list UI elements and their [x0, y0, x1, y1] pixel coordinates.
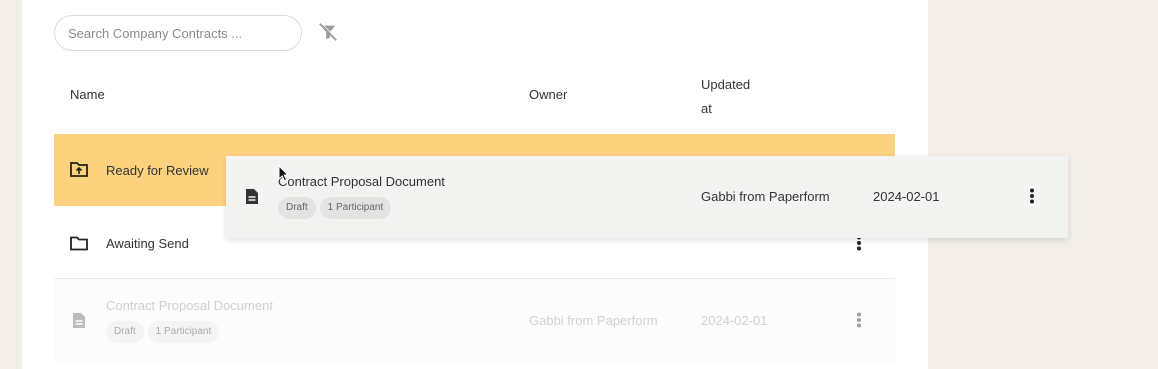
- folder-label: Ready for Review: [106, 163, 209, 178]
- drag-preview-document-row[interactable]: Contract Proposal Document Draft 1 Partic…: [226, 156, 1068, 238]
- document-tags: Draft 1 Participant: [278, 197, 395, 219]
- column-header-owner[interactable]: Owner: [529, 87, 567, 102]
- document-row[interactable]: Contract Proposal Document Draft 1 Partic…: [54, 280, 895, 362]
- document-updated: 2024-02-01: [873, 189, 940, 204]
- document-icon: [246, 189, 258, 204]
- status-badge: Draft: [278, 197, 316, 219]
- document-owner: Gabbi from Paperform: [701, 189, 830, 204]
- status-badge: Draft: [106, 321, 144, 343]
- folder-icon: [70, 236, 88, 251]
- filter-off-icon: [319, 22, 338, 41]
- more-vertical-icon: [857, 312, 861, 328]
- more-vertical-icon: [1030, 188, 1034, 204]
- column-header-updated[interactable]: Updated at: [701, 73, 761, 121]
- participants-badge: 1 Participant: [319, 197, 392, 219]
- folder-label: Awaiting Send: [106, 236, 189, 251]
- document-owner: Gabbi from Paperform: [529, 313, 658, 328]
- document-updated: 2024-02-01: [701, 313, 768, 328]
- document-name: Contract Proposal Document: [278, 174, 445, 189]
- row-menu-button[interactable]: [849, 306, 869, 334]
- clear-filter-button[interactable]: [315, 19, 341, 45]
- column-header-name[interactable]: Name: [70, 87, 105, 102]
- document-icon: [73, 313, 85, 328]
- row-menu-button[interactable]: [1022, 182, 1042, 210]
- participants-badge: 1 Participant: [147, 321, 220, 343]
- folder-upload-icon: [70, 162, 88, 177]
- document-tags: Draft 1 Participant: [106, 321, 223, 343]
- search-input[interactable]: [54, 15, 302, 51]
- mouse-cursor-icon: [278, 165, 290, 182]
- document-name: Contract Proposal Document: [106, 298, 273, 313]
